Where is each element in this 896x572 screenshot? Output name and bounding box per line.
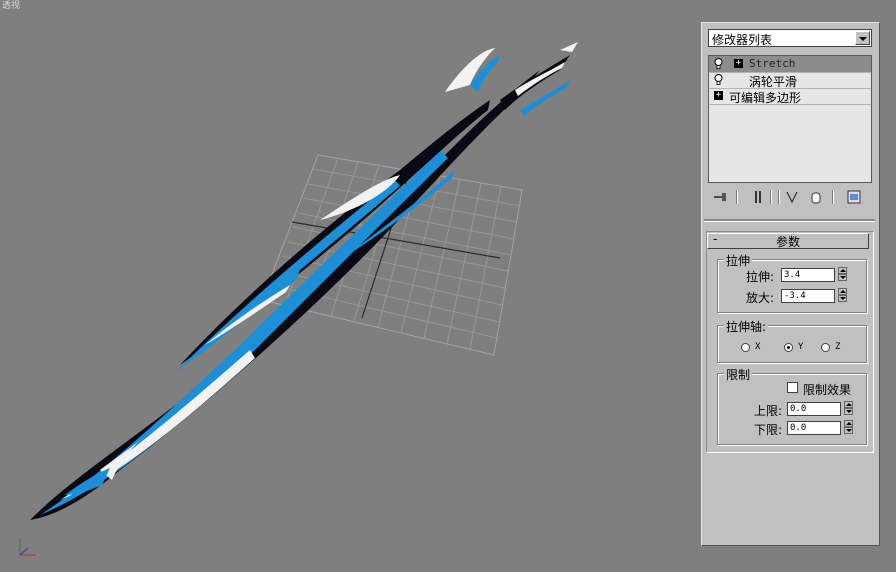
amplify-label: 放大: [746, 291, 775, 305]
stack-item-editable-poly[interactable]: + 可编辑多边形 [709, 88, 871, 105]
stack-toolbar [708, 188, 872, 208]
upper-limit-field[interactable]: 0.0 [787, 402, 841, 416]
axis-x-label: X [755, 342, 761, 352]
rollout-divider [704, 219, 875, 222]
modifier-stack[interactable]: + Stretch 涡轮平滑 + 可编辑多边形 [708, 55, 872, 183]
axis-y-radio[interactable] [784, 343, 793, 352]
limits-group-title: 限制 [724, 366, 753, 383]
lightbulb-icon[interactable] [714, 74, 723, 85]
expand-plus-icon[interactable]: + [734, 59, 743, 68]
modify-panel: 修改器列表 + Stretch 涡轮平滑 + 可编辑多边形 - 参数 拉伸 拉伸… [701, 22, 880, 546]
configure-modifier-sets-icon[interactable] [846, 188, 862, 206]
limit-effect-checkbox[interactable] [787, 382, 798, 393]
axis-tripod-icon [19, 538, 36, 556]
modifier-list-dropdown[interactable]: 修改器列表 [708, 29, 872, 47]
lower-limit-label: 下限: [754, 423, 783, 437]
lightbulb-icon[interactable] [714, 58, 723, 69]
stretched-blade-object[interactable] [30, 42, 578, 520]
stretch-field[interactable]: 3.4 [781, 268, 835, 282]
rollout-title: 参数 [775, 235, 800, 249]
parameters-rollout-header[interactable]: - 参数 [707, 232, 869, 249]
stack-item-turbosmooth[interactable]: 涡轮平滑 [709, 72, 871, 89]
stretch-group-title: 拉伸 [724, 252, 753, 269]
stack-item-label: 可编辑多边形 [729, 91, 802, 105]
viewport-scene [19, 42, 578, 556]
stretch-axis-group-title: 拉伸轴: [724, 318, 769, 335]
stack-item-stretch[interactable]: + Stretch [709, 56, 871, 73]
viewport-label[interactable]: 透视 [2, 0, 20, 11]
upper-limit-spinner[interactable] [844, 401, 853, 417]
lower-limit-field[interactable]: 0.0 [787, 421, 841, 435]
remove-modifier-icon[interactable] [808, 188, 824, 206]
stretch-group: 拉伸 拉伸: 3.4 放大: -3.4 [717, 252, 867, 313]
chevron-down-icon[interactable] [855, 31, 870, 45]
amplify-spinner[interactable] [838, 288, 847, 304]
pin-stack-icon[interactable] [712, 188, 728, 206]
stack-item-label: Stretch [749, 57, 796, 70]
axis-y-label: Y [798, 342, 804, 352]
upper-limit-label: 上限: [754, 404, 783, 418]
make-unique-icon[interactable] [784, 188, 800, 206]
modifier-list-label: 修改器列表 [712, 33, 773, 47]
show-end-result-icon[interactable] [750, 188, 766, 206]
amplify-field[interactable]: -3.4 [781, 289, 835, 303]
stretch-spinner[interactable] [838, 267, 847, 283]
lower-limit-spinner[interactable] [844, 420, 853, 436]
stretch-axis-group: 拉伸轴: X Y Z [717, 318, 867, 363]
limits-group: 限制 限制效果 上限: 0.0 下限: 0.0 [717, 366, 867, 445]
axis-x-radio[interactable] [741, 343, 750, 352]
axis-z-label: Z [835, 342, 841, 352]
expand-plus-icon[interactable]: + [714, 91, 723, 100]
axis-z-radio[interactable] [821, 343, 830, 352]
stretch-label: 拉伸: [746, 270, 775, 284]
limit-effect-label: 限制效果 [803, 383, 852, 397]
